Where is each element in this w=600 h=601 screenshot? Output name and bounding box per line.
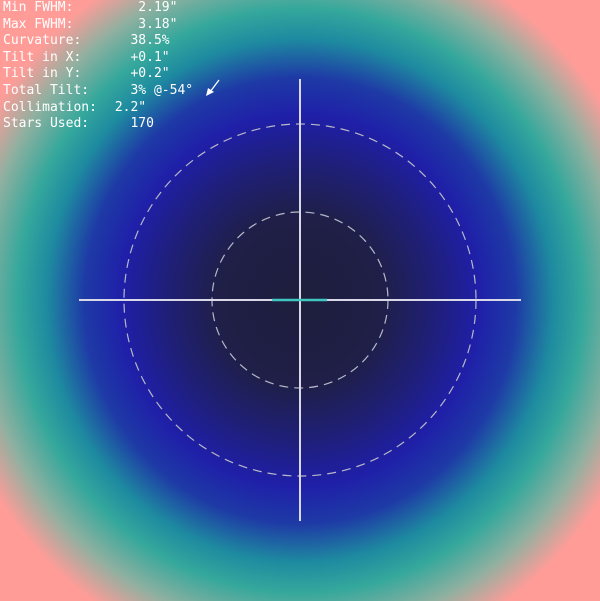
fwhm-heatmap-view: Min FWHM: 2.19" Max FWHM: 3.18" Curvatur… (0, 0, 600, 601)
overlay-graphics (79, 79, 521, 521)
tilt-direction-arrow-icon (206, 79, 220, 96)
